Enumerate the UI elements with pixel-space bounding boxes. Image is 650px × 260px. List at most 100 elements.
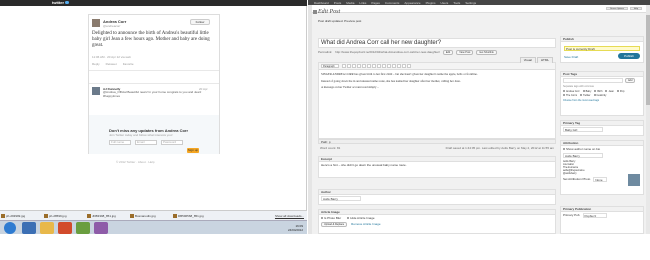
publish-title[interactable]: Publish <box>561 37 643 42</box>
vertical-scrollbar[interactable] <box>646 5 650 234</box>
menu-comments[interactable]: Comments <box>385 1 400 5</box>
excerpt-textarea[interactable]: Here's a hint – she didn't go down the u… <box>319 162 555 168</box>
menu-settings[interactable]: Settings <box>465 1 476 5</box>
permalink-url[interactable]: http://www.thepopbuzz.ie/2012/04/what-di… <box>335 50 440 54</box>
author-handle[interactable]: @andreacorr <box>103 24 121 28</box>
app-icon[interactable] <box>94 222 108 234</box>
align-left-icon[interactable] <box>372 64 376 68</box>
image-file-icon <box>173 213 177 218</box>
twitter-logo[interactable]: twitter <box>52 0 69 6</box>
align-right-icon[interactable] <box>382 64 386 68</box>
menu-media[interactable]: Media <box>346 1 354 5</box>
set-photo-label: Set Attribution Photo <box>563 177 591 181</box>
favorite-action[interactable]: Favorite <box>123 62 134 66</box>
folder-app-icon[interactable] <box>40 222 54 234</box>
remove-tag-icon <box>580 94 583 96</box>
menu-appearance[interactable]: Appearance <box>404 1 420 5</box>
reply-action[interactable]: Reply <box>92 62 100 66</box>
get-shortlink-button[interactable]: Get Shortlink <box>476 49 497 55</box>
menu-posts[interactable]: Posts <box>334 1 342 5</box>
download-item[interactable]: Bosnanodtx.jpg <box>129 212 172 220</box>
format-select[interactable]: Paragraph <box>321 64 339 68</box>
publish-button[interactable]: Publish <box>618 53 640 59</box>
unlink-icon[interactable] <box>392 64 396 68</box>
password-input[interactable]: Password <box>161 140 183 145</box>
photo-blur-checkbox[interactable]: Is Photo Blur <box>321 216 341 220</box>
chrome-app-icon[interactable] <box>76 222 90 234</box>
full-name-input[interactable]: Full name <box>109 140 131 145</box>
tag-item[interactable]: Pop <box>616 90 624 93</box>
save-draft-button[interactable]: Save Draft <box>564 55 578 59</box>
media-app-icon[interactable] <box>58 222 72 234</box>
blockquote-icon[interactable] <box>367 64 371 68</box>
signup-button[interactable]: Sign up <box>187 148 199 153</box>
download-filename: JDB3398_851.jpg <box>92 213 116 218</box>
follow-button[interactable]: Follow <box>190 19 210 25</box>
menu-plugins[interactable]: Plugins <box>426 1 436 5</box>
menu-dashboard[interactable]: Dashboard <box>314 1 329 5</box>
editor-content[interactable]: SINGER ANDREA CORR has given birth to he… <box>321 72 553 92</box>
tag-item[interactable]: Twitter <box>580 94 591 97</box>
primary-pub-row: Primary Pub Popbuzz <box>561 212 643 219</box>
ie-app-icon[interactable] <box>22 222 36 234</box>
post-title-input[interactable]: What did Andrea Corr call her new daught… <box>318 38 556 48</box>
most-used-tags-link[interactable]: Choose from the most used tags <box>561 98 643 103</box>
link-icon[interactable] <box>387 64 391 68</box>
email-input[interactable]: Email <box>135 140 157 145</box>
tag-item[interactable]: Celebrity <box>593 94 606 97</box>
remove-image-link[interactable]: Remove Article Image <box>351 222 380 227</box>
wordpress-editor: Dashboard Posts Media Links Pages Commen… <box>308 0 650 234</box>
tag-item[interactable]: Jean <box>605 90 614 93</box>
fullscreen-icon[interactable] <box>407 64 411 68</box>
reply-avatar[interactable] <box>92 87 100 95</box>
primary-tag-select[interactable]: Baby Girl <box>563 127 603 132</box>
download-item[interactable]: ph-28599.jpg <box>43 212 86 220</box>
help-button[interactable]: Help <box>629 7 642 10</box>
edit-permalink-button[interactable]: Edit <box>442 49 454 55</box>
upload-replace-button[interactable]: Upload & Replace <box>321 222 348 227</box>
more-icon[interactable] <box>397 64 401 68</box>
spellcheck-icon[interactable] <box>402 64 406 68</box>
retweet-action[interactable]: Retweet <box>106 62 117 66</box>
hide-image-checkbox[interactable]: Hide Article Image <box>347 216 375 220</box>
italic-icon[interactable] <box>347 64 351 68</box>
download-item[interactable]: JDB3398_851.jpg <box>86 212 129 220</box>
menu-tools[interactable]: Tools <box>453 1 460 5</box>
align-center-icon[interactable] <box>377 64 381 68</box>
menu-pages[interactable]: Pages <box>371 1 380 5</box>
reply-text: @Andrea_Official Beautiful news! In your… <box>103 90 202 98</box>
bullet-list-icon[interactable] <box>357 64 361 68</box>
screen-options-button[interactable]: Screen Options <box>606 7 628 10</box>
add-tag-button[interactable]: Add <box>625 78 636 83</box>
menu-links[interactable]: Links <box>359 1 366 5</box>
promo-subtitle: Join Twitter today and follow what inter… <box>109 133 173 137</box>
article-image-actions: Upload & Replace Remove Article Image <box>319 221 555 228</box>
author-avatar[interactable] <box>92 19 100 27</box>
tag-item[interactable]: Andrea Corr <box>563 90 580 93</box>
download-filename: ph-28599.jpg <box>49 213 67 218</box>
tweet-timestamp[interactable]: 11:06 AM · 20 Apr 12 via web <box>92 55 131 59</box>
view-post-button[interactable]: View Post <box>456 49 474 55</box>
tag-item[interactable]: Birth <box>594 90 602 93</box>
attribution-photo-select[interactable]: None <box>593 177 608 182</box>
strikethrough-icon[interactable] <box>352 64 356 68</box>
edit-post-icon <box>313 10 317 14</box>
start-button[interactable] <box>4 222 16 234</box>
show-all-downloads-link[interactable]: Show all downloads... <box>275 214 307 218</box>
download-item[interactable]: DB596568_851.jpg <box>172 212 215 220</box>
tag-label: Birth <box>597 90 603 93</box>
bold-icon[interactable] <box>342 64 346 68</box>
tag-item[interactable]: The Corrs <box>563 94 577 97</box>
tag-item[interactable]: Baby <box>582 90 591 93</box>
tag-input[interactable] <box>563 78 623 83</box>
scrollbar-thumb[interactable] <box>646 15 650 105</box>
attribution-author-select[interactable]: Aoife Barry <box>563 153 603 158</box>
author-select[interactable]: Aoife Barry <box>321 196 361 201</box>
download-item[interactable]: ph-293999.jpg <box>0 212 43 220</box>
remove-tag-icon <box>593 94 596 96</box>
numbered-list-icon[interactable] <box>362 64 366 68</box>
menu-users[interactable]: Users <box>440 1 448 5</box>
primary-pub-select[interactable]: Popbuzz <box>582 213 607 218</box>
checkbox-icon <box>347 217 350 219</box>
system-tray-clock[interactable]: 16:09 24/04/2012 <box>288 224 303 232</box>
